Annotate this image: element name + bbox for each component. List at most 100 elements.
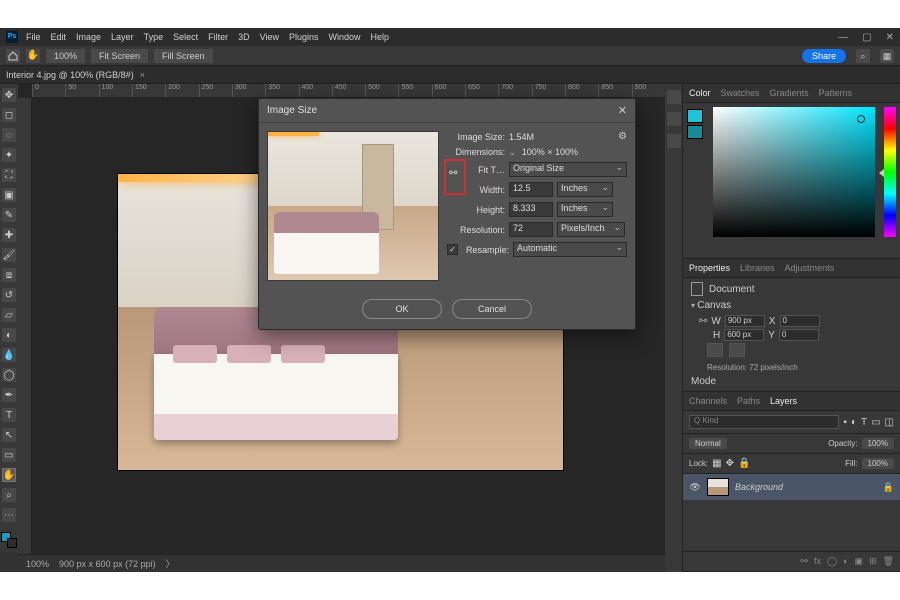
healing-tool-icon[interactable]: ✚	[2, 228, 16, 242]
hand-tool-icon[interactable]: ✋	[26, 49, 40, 63]
status-zoom[interactable]: 100%	[26, 559, 49, 569]
maximize-icon[interactable]: ▢	[862, 32, 871, 43]
close-icon[interactable]: ✕	[886, 32, 894, 43]
width-unit-select[interactable]: Inches	[557, 182, 613, 197]
brush-tool-icon[interactable]: 🖌	[2, 248, 16, 262]
minimize-icon[interactable]: —	[838, 32, 848, 43]
menu-file[interactable]: File	[26, 32, 41, 42]
constrain-link-icon[interactable]: ⚯	[449, 168, 457, 179]
document-tab[interactable]: Interior 4.jpg @ 100% (RGB/8#)	[6, 70, 134, 80]
layer-background[interactable]: 👁 Background 🔒	[683, 474, 900, 500]
x-input[interactable]: 0	[780, 315, 820, 327]
filter-smart-icon[interactable]: ◫	[885, 417, 894, 428]
move-tool-icon[interactable]: ✥	[2, 88, 16, 102]
ok-button[interactable]: OK	[362, 299, 442, 319]
landscape-button[interactable]	[729, 343, 745, 357]
color-swatches[interactable]	[1, 532, 17, 548]
tab-libraries[interactable]: Libraries	[740, 263, 775, 273]
dim-menu-icon[interactable]: ⌄	[509, 148, 516, 157]
menu-window[interactable]: Window	[329, 32, 361, 42]
link-icon[interactable]: ⚯	[699, 316, 707, 327]
home-icon[interactable]	[6, 49, 20, 63]
status-chevron-icon[interactable]: 〉	[166, 557, 175, 570]
opacity-input[interactable]: 100%	[862, 438, 894, 449]
pen-tool-icon[interactable]: ✒	[2, 388, 16, 402]
menu-image[interactable]: Image	[76, 32, 101, 42]
hue-slider[interactable]	[884, 107, 896, 237]
fill-screen-button[interactable]: Fill Screen	[154, 49, 213, 63]
cancel-button[interactable]: Cancel	[452, 299, 532, 319]
height-field[interactable]: 8.333	[509, 202, 553, 217]
width-input[interactable]: 900 px	[725, 315, 765, 327]
group-icon[interactable]: ▣	[855, 556, 864, 567]
zoom-tool-icon[interactable]: ⌕	[2, 488, 16, 502]
history-brush-tool-icon[interactable]: ↺	[2, 288, 16, 302]
layer-name[interactable]: Background	[735, 482, 783, 492]
filter-pixel-icon[interactable]: ▪	[843, 417, 847, 428]
menu-edit[interactable]: Edit	[51, 32, 67, 42]
lock-position-icon[interactable]: ✥	[726, 458, 734, 469]
tab-gradients[interactable]: Gradients	[770, 88, 809, 98]
width-field[interactable]: 12.5	[509, 182, 553, 197]
path-tool-icon[interactable]: ↖	[2, 428, 16, 442]
search-icon[interactable]: ⌕	[856, 49, 870, 63]
resolution-unit-select[interactable]: Pixels/Inch	[557, 222, 625, 237]
delete-icon[interactable]: 🗑	[883, 556, 894, 567]
dialog-close-icon[interactable]: ✕	[618, 104, 627, 117]
tab-paths[interactable]: Paths	[737, 396, 760, 406]
tab-color[interactable]: Color	[689, 88, 711, 98]
type-tool-icon[interactable]: T	[2, 408, 16, 422]
lock-icon[interactable]: 🔒	[883, 482, 894, 493]
link-layers-icon[interactable]: ⚯	[800, 556, 808, 567]
color-picker[interactable]	[683, 103, 900, 258]
wand-tool-icon[interactable]: ✦	[2, 148, 16, 162]
visibility-icon[interactable]: 👁	[689, 482, 701, 493]
menu-type[interactable]: Type	[144, 32, 164, 42]
lock-all-icon[interactable]: 🔒	[738, 458, 750, 469]
crop-tool-icon[interactable]: ⛶	[2, 168, 16, 182]
height-unit-select[interactable]: Inches	[557, 202, 613, 217]
tab-close-icon[interactable]: ×	[140, 70, 145, 80]
filter-adjust-icon[interactable]: ◐	[851, 417, 857, 428]
menu-help[interactable]: Help	[371, 32, 390, 42]
blur-tool-icon[interactable]: 💧	[2, 348, 16, 362]
workspace-icon[interactable]: ▦	[880, 49, 894, 63]
menu-filter[interactable]: Filter	[208, 32, 228, 42]
filter-type-icon[interactable]: T	[861, 417, 867, 428]
resolution-field[interactable]: 72	[509, 222, 553, 237]
portrait-button[interactable]	[707, 343, 723, 357]
lock-pixels-icon[interactable]: ▦	[712, 458, 721, 469]
edit-toolbar-icon[interactable]: ⋯	[2, 508, 16, 522]
new-layer-icon[interactable]: ⊞	[869, 556, 877, 567]
eyedropper-tool-icon[interactable]: ✎	[2, 208, 16, 222]
fx-icon[interactable]: fx	[814, 556, 821, 567]
menu-3d[interactable]: 3D	[238, 32, 250, 42]
tab-adjustments[interactable]: Adjustments	[785, 263, 835, 273]
height-input[interactable]: 600 px	[724, 329, 764, 341]
fill-input[interactable]: 100%	[862, 458, 894, 469]
bg-swatch[interactable]	[687, 125, 703, 139]
menu-view[interactable]: View	[260, 32, 279, 42]
color-field[interactable]	[713, 107, 875, 237]
filter-shape-icon[interactable]: ▭	[871, 417, 880, 428]
y-input[interactable]: 0	[779, 329, 819, 341]
frame-tool-icon[interactable]: ▣	[2, 188, 16, 202]
fg-swatch[interactable]	[687, 109, 703, 123]
menu-select[interactable]: Select	[173, 32, 198, 42]
dodge-tool-icon[interactable]: ◯	[2, 368, 16, 382]
shape-tool-icon[interactable]: ▭	[2, 448, 16, 462]
collapsed-panel-icon[interactable]	[667, 90, 681, 104]
tab-properties[interactable]: Properties	[689, 263, 730, 273]
menu-plugins[interactable]: Plugins	[289, 32, 319, 42]
eraser-tool-icon[interactable]: ▱	[2, 308, 16, 322]
adjustment-icon[interactable]: ◐	[843, 556, 848, 567]
menu-layer[interactable]: Layer	[111, 32, 134, 42]
fit-screen-button[interactable]: Fit Screen	[91, 49, 148, 63]
tab-swatches[interactable]: Swatches	[721, 88, 760, 98]
fit-to-select[interactable]: Original Size	[509, 162, 627, 177]
gradient-tool-icon[interactable]: ◐	[2, 328, 16, 342]
stamp-tool-icon[interactable]: ⧈	[2, 268, 16, 282]
tab-patterns[interactable]: Patterns	[819, 88, 853, 98]
marquee-tool-icon[interactable]: ◻	[2, 108, 16, 122]
mask-icon[interactable]: ◯	[827, 556, 837, 567]
